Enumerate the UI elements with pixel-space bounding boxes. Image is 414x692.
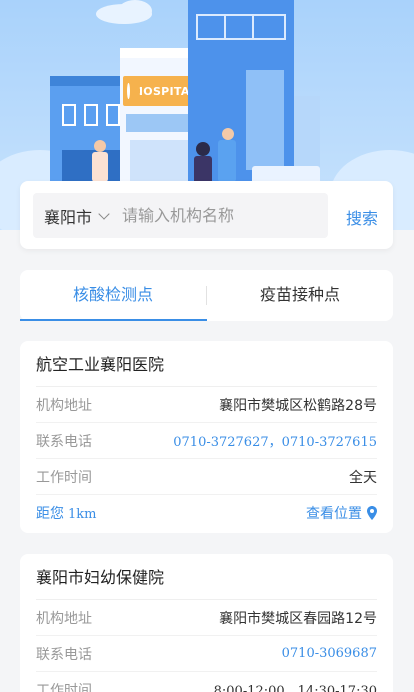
person-head [94,140,106,152]
phone-label: 联系电话 [36,646,92,663]
active-tab-indicator [20,319,207,321]
person-head [196,142,210,156]
tab-vaccination[interactable]: 疫苗接种点 [207,270,393,321]
window-band [196,14,286,40]
distance: 距您 1km [36,503,96,523]
view-location-label: 查看位置 [306,506,362,522]
window-divider [224,14,226,40]
search-box: 襄阳市 [33,193,328,238]
address-label: 机构地址 [36,610,92,627]
site-name: 襄阳市妇幼保健院 [36,554,377,600]
address-label: 机构地址 [36,397,92,414]
hours-row: 工作时间 8:00-12:00，14:30-17:30 [36,672,377,692]
window [84,104,98,126]
hospital-sign: HOSPITAL [123,76,197,106]
window [62,104,76,126]
hours-label: 工作时间 [36,469,92,486]
phone-label: 联系电话 [36,433,92,450]
city-selector[interactable]: 襄阳市 [44,204,92,228]
window-divider [252,14,254,40]
person-body [194,156,212,184]
chevron-down-icon[interactable] [98,207,110,220]
site-card[interactable]: 航空工业襄阳医院 机构地址 襄阳市樊城区松鹤路28号 联系电话 0710-372… [20,341,393,533]
distance-prefix: 距您 [36,506,64,522]
window [106,104,120,126]
building-roof [50,76,124,86]
address-value: 襄阳市樊城区松鹤路28号 [219,397,377,414]
search-input[interactable] [122,206,293,225]
site-card[interactable]: 襄阳市妇幼保健院 机构地址 襄阳市樊城区春园路12号 联系电话 0710-306… [20,554,393,692]
hours-label: 工作时间 [36,682,92,692]
tab-bar: 核酸检测点 疫苗接种点 [20,270,393,321]
site-name: 航空工业襄阳医院 [36,341,377,387]
hours-row: 工作时间 全天 [36,459,377,495]
address-row: 机构地址 襄阳市樊城区松鹤路28号 [36,387,377,423]
glass-panel [246,70,284,170]
search-card: 襄阳市 搜索 [20,181,393,249]
phone-row: 联系电话 0710-3069687 [36,636,377,672]
phone-row: 联系电话 0710-3727627，0710-3727615 [36,423,377,459]
view-location-link[interactable]: 查看位置 [306,503,377,523]
person-head [222,128,234,140]
hours-value: 全天 [349,469,377,486]
location-pin-icon [367,506,377,520]
person-body [92,152,108,182]
hours-value: 8:00-12:00，14:30-17:30 [213,684,377,692]
phone-link[interactable]: 0710-3727627，0710-3727615 [173,431,377,450]
distance-row: 距您 1km 查看位置 [36,495,377,531]
address-value: 襄阳市樊城区春园路12号 [219,610,377,627]
phone-link[interactable]: 0710-3069687 [282,646,377,661]
distance-value: 1km [68,507,97,522]
cloud-icon [118,0,152,22]
person-body [218,140,236,182]
medical-cross-icon [127,83,140,99]
search-button[interactable]: 搜索 [346,205,378,229]
address-row: 机构地址 襄阳市樊城区春园路12号 [36,600,377,636]
tab-nucleic-acid-testing[interactable]: 核酸检测点 [20,270,206,321]
